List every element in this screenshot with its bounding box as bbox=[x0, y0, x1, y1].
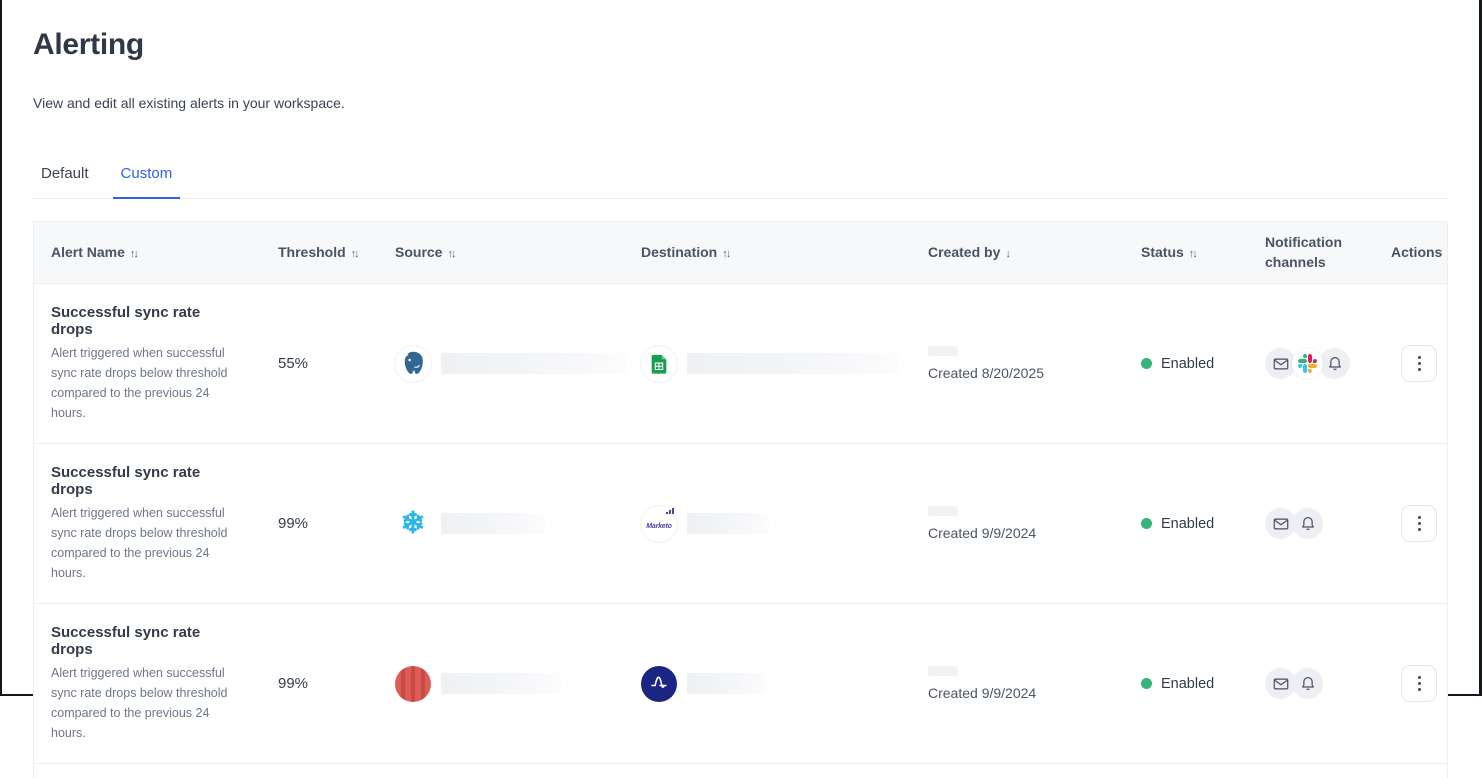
column-label: Alert Name bbox=[51, 244, 125, 260]
created-by-cell: Created 8/20/2025 bbox=[928, 346, 1141, 381]
column-header-alert-name[interactable]: Alert Name ↑↓ bbox=[34, 243, 278, 263]
status-dot bbox=[1141, 358, 1152, 369]
row-actions-menu-button[interactable] bbox=[1401, 665, 1437, 702]
status-dot bbox=[1141, 678, 1152, 689]
alert-name: Successful sync rate drops bbox=[51, 304, 238, 338]
redacted-creator-name bbox=[928, 666, 958, 676]
column-label: Status bbox=[1141, 244, 1184, 260]
snowflake-icon: ❄ bbox=[395, 506, 431, 542]
alert-description: Alert triggered when successful sync rat… bbox=[51, 343, 237, 423]
redacted-source-name bbox=[441, 673, 561, 694]
postgresql-icon bbox=[395, 346, 431, 382]
alert-name-cell: Successful sync rate drops Alert trigger… bbox=[34, 604, 278, 763]
column-label: Source bbox=[395, 244, 442, 260]
status-cell: Enabled bbox=[1141, 516, 1265, 532]
google-sheets-icon bbox=[641, 346, 677, 382]
sort-icon: ↑↓ bbox=[351, 248, 358, 260]
table-row: Successful sync rate drops Alert trigger… bbox=[34, 604, 1447, 764]
row-actions-menu-button[interactable] bbox=[1401, 505, 1437, 542]
sort-icon: ↑↓ bbox=[722, 248, 729, 260]
source-cell bbox=[395, 346, 641, 382]
column-label: Actions bbox=[1391, 244, 1442, 260]
sort-icon: ↑↓ bbox=[130, 248, 137, 260]
created-date: Created 9/9/2024 bbox=[928, 525, 1141, 541]
column-label: Destination bbox=[641, 244, 717, 260]
notification-channels-cell bbox=[1265, 508, 1391, 539]
sort-desc-icon: ↓ bbox=[1005, 248, 1009, 260]
redacted-creator-name bbox=[928, 506, 958, 516]
created-by-cell: Created 9/9/2024 bbox=[928, 506, 1141, 541]
status-badge: Enabled bbox=[1161, 516, 1214, 532]
created-date: Created 9/9/2024 bbox=[928, 685, 1141, 701]
red-striped-source-icon bbox=[395, 666, 431, 702]
redacted-destination-name bbox=[687, 513, 769, 534]
column-header-threshold[interactable]: Threshold ↑↓ bbox=[278, 243, 395, 263]
source-cell bbox=[395, 666, 641, 702]
column-label: Threshold bbox=[278, 244, 346, 260]
status-cell: Enabled bbox=[1141, 356, 1265, 372]
marketo-icon: Marketo bbox=[641, 506, 677, 542]
sort-icon: ↑↓ bbox=[1189, 248, 1196, 260]
actions-cell bbox=[1391, 505, 1447, 542]
notification-channels-cell bbox=[1265, 348, 1391, 379]
threshold-value: 99% bbox=[278, 675, 395, 692]
redacted-creator-name bbox=[928, 346, 958, 356]
alert-name-cell: Successful sync rate drops Alert trigger… bbox=[34, 284, 278, 443]
amplitude-icon bbox=[641, 666, 677, 702]
table-header-row: Alert Name ↑↓ Threshold ↑↓ Source ↑↓ Destin… bbox=[34, 222, 1447, 284]
column-header-actions: Actions bbox=[1391, 243, 1450, 263]
status-badge: Enabled bbox=[1161, 356, 1214, 372]
row-actions-menu-button[interactable] bbox=[1401, 345, 1437, 382]
tab-custom[interactable]: Custom bbox=[113, 157, 181, 199]
slack-icon bbox=[1292, 348, 1323, 379]
sort-icon: ↑↓ bbox=[447, 248, 454, 260]
threshold-value: 99% bbox=[278, 515, 395, 532]
redacted-destination-name bbox=[687, 353, 899, 374]
actions-cell bbox=[1391, 665, 1447, 702]
column-header-notification-channels: Notification channels bbox=[1265, 233, 1357, 272]
redacted-destination-name bbox=[687, 673, 767, 694]
column-label: Created by bbox=[928, 244, 1000, 260]
created-date: Created 8/20/2025 bbox=[928, 365, 1141, 381]
notification-channels-cell bbox=[1265, 668, 1391, 699]
column-header-source[interactable]: Source ↑↓ bbox=[395, 243, 641, 263]
alert-name-cell: Successful sync rate drops Alert trigger… bbox=[34, 444, 278, 603]
page-title: Alerting bbox=[33, 28, 1448, 62]
column-header-destination[interactable]: Destination ↑↓ bbox=[641, 243, 928, 263]
table-row: Successful sync rate drops Alert trigger… bbox=[34, 284, 1447, 444]
alerting-page: Alerting View and edit all existing aler… bbox=[2, 0, 1479, 778]
status-badge: Enabled bbox=[1161, 676, 1214, 692]
redacted-source-name bbox=[441, 513, 545, 534]
destination-cell bbox=[641, 666, 928, 702]
bell-icon bbox=[1292, 668, 1323, 699]
source-cell: ❄ bbox=[395, 506, 641, 542]
tab-bar: Default Custom bbox=[33, 157, 1448, 199]
tab-default[interactable]: Default bbox=[33, 157, 97, 198]
bell-icon bbox=[1292, 508, 1323, 539]
redacted-source-name bbox=[441, 353, 627, 374]
table-row-partial bbox=[34, 764, 1447, 778]
alerts-table: Alert Name ↑↓ Threshold ↑↓ Source ↑↓ Destin… bbox=[33, 221, 1448, 778]
actions-cell bbox=[1391, 345, 1447, 382]
column-header-created-by[interactable]: Created by ↓ bbox=[928, 243, 1141, 263]
alert-name: Successful sync rate drops bbox=[51, 464, 238, 498]
destination-cell bbox=[641, 346, 928, 382]
threshold-value: 55% bbox=[278, 355, 395, 372]
alert-description: Alert triggered when successful sync rat… bbox=[51, 503, 237, 583]
table-row: Successful sync rate drops Alert trigger… bbox=[34, 444, 1447, 604]
bell-icon bbox=[1319, 348, 1350, 379]
column-header-status[interactable]: Status ↑↓ bbox=[1141, 243, 1265, 263]
page-subtitle: View and edit all existing alerts in you… bbox=[33, 95, 1448, 111]
status-dot bbox=[1141, 518, 1152, 529]
destination-cell: Marketo bbox=[641, 506, 928, 542]
alert-name: Successful sync rate drops bbox=[51, 624, 238, 658]
marketo-bars bbox=[666, 508, 674, 514]
column-label: Notification channels bbox=[1265, 234, 1342, 270]
alert-description: Alert triggered when successful sync rat… bbox=[51, 663, 237, 743]
status-cell: Enabled bbox=[1141, 676, 1265, 692]
